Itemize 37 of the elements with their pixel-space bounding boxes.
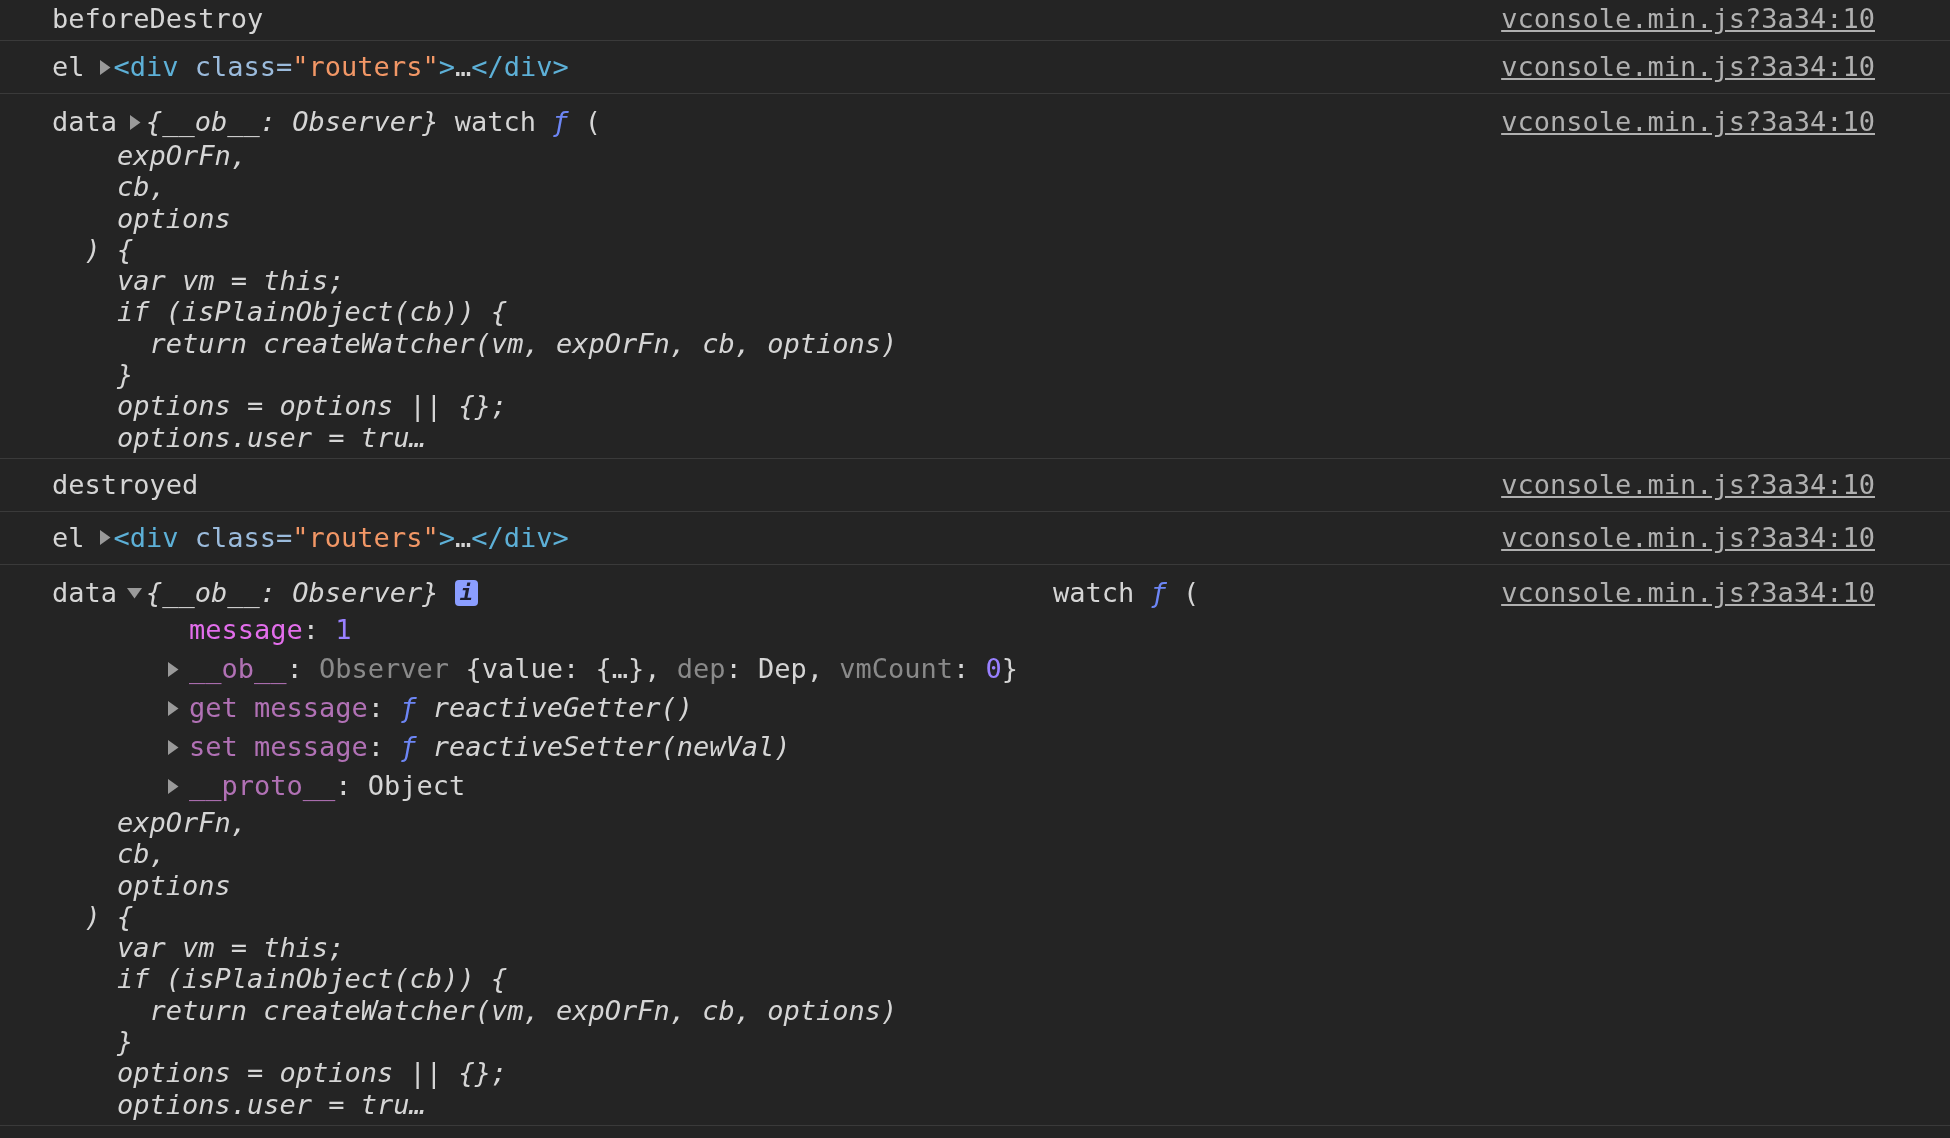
property-key: get message: [189, 688, 368, 729]
property-key: set message: [189, 727, 368, 768]
caret-down-icon[interactable]: [127, 585, 143, 601]
log-message: beforeDestroy: [52, 3, 264, 35]
source-link[interactable]: vconsole.min.js?3a34:10: [1501, 576, 1875, 609]
source-link[interactable]: vconsole.min.js?3a34:10: [1501, 521, 1875, 554]
value-text: : Observer {value: {…}, dep: Dep, vmCount: 0}: [286, 652, 1019, 687]
property-key: __proto__: [189, 766, 336, 807]
log-label: el: [52, 521, 85, 554]
property-key: __ob__: [189, 649, 287, 690]
caret-right-icon[interactable]: [165, 700, 180, 716]
function-signature: watch ƒ (: [454, 106, 601, 138]
log-label: data: [52, 576, 118, 609]
function-source: expOrFn, cb, options ) { var vm = this; if (isPlainObject(cb)) { return createWatcher(vm, expOrFn, cb, options) } options = options || {}; options.user = tru…: [83, 806, 899, 1120]
value-text: : 1: [302, 613, 352, 648]
property-key: message: [189, 610, 303, 651]
source-link[interactable]: vconsole.min.js?3a34:10: [1501, 468, 1875, 501]
caret-right-icon[interactable]: [165, 661, 180, 677]
object-preview: {__ob__: Observer}: [146, 106, 439, 138]
log-label: el: [52, 51, 85, 83]
source-link[interactable]: vconsole.min.js?3a34:10: [1501, 3, 1875, 35]
value-text: <div class="routers">…</div>: [113, 521, 569, 554]
caret-right-icon[interactable]: [127, 114, 143, 130]
value-text: <div class="routers">…</div>: [113, 51, 569, 83]
value-text: : Object: [335, 769, 466, 804]
info-badge[interactable]: i: [454, 579, 478, 606]
log-message: destroyed: [52, 468, 199, 501]
function-source: expOrFn, cb, options ) { var vm = this; if (isPlainObject(cb)) { return createWatcher(vm, expOrFn, cb, options) } options = options || {}; options.user = tru…: [83, 140, 898, 453]
object-preview: {__ob__: Observer}: [146, 576, 439, 609]
source-link[interactable]: vconsole.min.js?3a34:10: [1501, 106, 1875, 138]
function-signature: watch ƒ (: [1053, 576, 1200, 609]
log-label: data: [52, 106, 118, 138]
source-link[interactable]: vconsole.min.js?3a34:10: [1501, 51, 1875, 83]
value-text: : ƒ reactiveGetter(): [367, 691, 693, 726]
caret-right-icon[interactable]: [165, 739, 180, 755]
value-text: : ƒ reactiveSetter(newVal): [367, 730, 791, 765]
caret-right-icon[interactable]: [165, 778, 180, 794]
